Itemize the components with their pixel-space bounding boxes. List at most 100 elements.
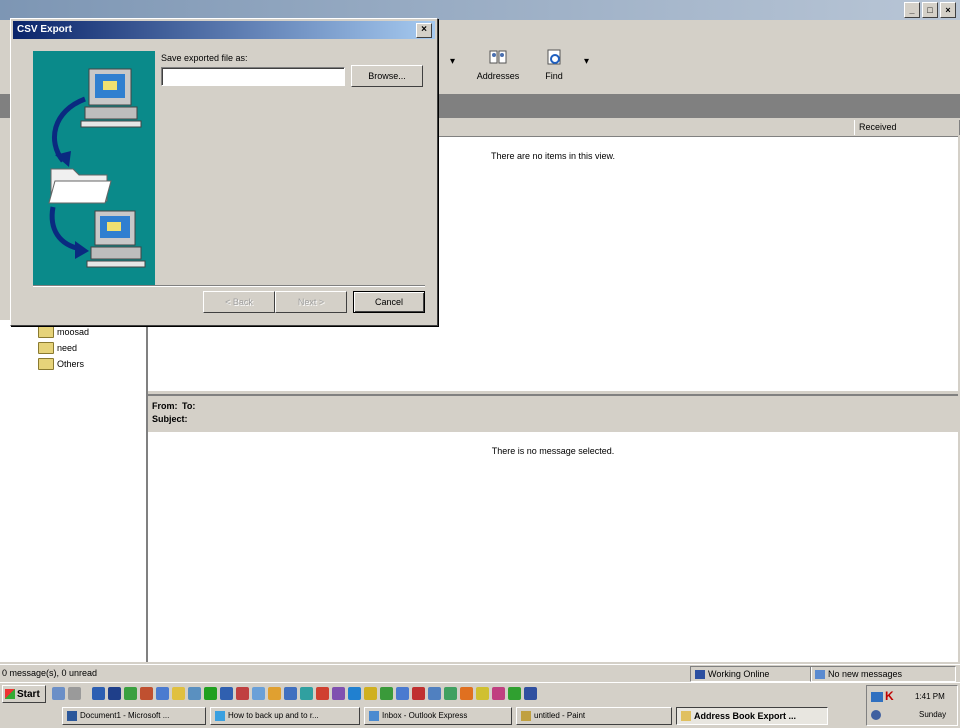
network-icon[interactable] bbox=[871, 692, 883, 702]
quicklaunch-icon[interactable] bbox=[300, 687, 313, 700]
window-controls: _ □ × bbox=[904, 2, 956, 18]
day-label: Sunday bbox=[919, 710, 947, 719]
export-illustration-icon bbox=[48, 68, 146, 268]
dialog-titlebar[interactable]: CSV Export × bbox=[13, 21, 435, 39]
to-label: To: bbox=[182, 401, 196, 411]
save-as-label: Save exported file as: bbox=[161, 53, 248, 63]
outlook-icon bbox=[369, 711, 379, 721]
quicklaunch-icon[interactable] bbox=[252, 687, 265, 700]
folder-item[interactable]: Others bbox=[38, 358, 84, 370]
online-status: Working Online bbox=[690, 666, 812, 682]
task-label: untitled - Paint bbox=[534, 711, 586, 720]
quicklaunch-icon[interactable] bbox=[156, 687, 169, 700]
folder-icon bbox=[38, 342, 54, 354]
wizard-illustration bbox=[33, 51, 155, 285]
quicklaunch-icon[interactable] bbox=[316, 687, 329, 700]
minimize-button[interactable]: _ bbox=[904, 2, 920, 18]
quicklaunch-icon[interactable] bbox=[188, 687, 201, 700]
find-dropdown-icon[interactable]: ▾ bbox=[584, 56, 589, 67]
cancel-button[interactable]: Cancel bbox=[353, 291, 425, 313]
find-label: Find bbox=[545, 71, 563, 81]
preview-header: From: To: Subject: bbox=[148, 394, 958, 433]
browse-button[interactable]: Browse... bbox=[351, 65, 423, 87]
task-label: Address Book Export ... bbox=[694, 711, 797, 721]
folder-label: Others bbox=[57, 359, 85, 369]
task-label: Document1 - Microsoft ... bbox=[80, 711, 170, 720]
status-bar: 0 message(s), 0 unread Working Online No… bbox=[0, 664, 960, 682]
quicklaunch-icon[interactable] bbox=[444, 687, 457, 700]
new-messages-label: No new messages bbox=[828, 669, 903, 679]
folder-item[interactable]: need bbox=[38, 342, 77, 354]
task-browser[interactable]: How to back up and to r... bbox=[210, 707, 360, 725]
close-icon[interactable]: × bbox=[416, 23, 432, 38]
quicklaunch-icon[interactable] bbox=[460, 687, 473, 700]
task-word[interactable]: Document1 - Microsoft ... bbox=[62, 707, 206, 725]
quicklaunch-icon[interactable] bbox=[476, 687, 489, 700]
folder-icon bbox=[38, 358, 54, 370]
folder-item[interactable]: moosad bbox=[38, 326, 89, 338]
quicklaunch-icon[interactable] bbox=[524, 687, 537, 700]
quicklaunch-icon[interactable] bbox=[332, 687, 345, 700]
task-label: Inbox - Outlook Express bbox=[382, 711, 468, 720]
paint-icon bbox=[521, 711, 531, 721]
back-button[interactable]: < Back bbox=[203, 291, 275, 313]
start-label: Start bbox=[17, 688, 40, 700]
quicklaunch-icon[interactable] bbox=[108, 687, 121, 700]
export-path-input[interactable] bbox=[161, 67, 345, 86]
addresses-button[interactable]: Addresses bbox=[470, 48, 526, 88]
word-icon bbox=[67, 711, 77, 721]
mail-icon bbox=[815, 669, 825, 679]
quicklaunch-icon[interactable] bbox=[396, 687, 409, 700]
message-count: 0 message(s), 0 unread bbox=[2, 668, 98, 678]
quicklaunch-icon[interactable] bbox=[508, 687, 521, 700]
quicklaunch-icon[interactable] bbox=[92, 687, 105, 700]
start-button[interactable]: Start bbox=[2, 685, 46, 703]
address-book-icon bbox=[681, 711, 691, 721]
addresses-label: Addresses bbox=[476, 71, 520, 81]
windows-logo-icon bbox=[5, 689, 15, 699]
from-label: From: bbox=[152, 401, 178, 411]
quicklaunch-icon[interactable] bbox=[220, 687, 233, 700]
tray-icon[interactable] bbox=[871, 710, 881, 720]
quicklaunch-icon[interactable] bbox=[140, 687, 153, 700]
task-paint[interactable]: untitled - Paint bbox=[516, 707, 672, 725]
taskbar: Start Document1 - Microsoft ... How to b… bbox=[0, 682, 960, 728]
csv-export-dialog: CSV Export × Save exported file as: Brow… bbox=[10, 18, 438, 326]
column-received[interactable]: Received bbox=[854, 120, 960, 135]
new-messages-status: No new messages bbox=[810, 666, 956, 682]
quicklaunch-icon[interactable] bbox=[268, 687, 281, 700]
folder-label: moosad bbox=[57, 327, 90, 337]
quicklaunch-icon[interactable] bbox=[172, 687, 185, 700]
quicklaunch-icon[interactable] bbox=[284, 687, 297, 700]
chevron-down-icon[interactable]: ▾ bbox=[450, 56, 455, 67]
folder-icon bbox=[38, 326, 54, 338]
dialog-title: CSV Export bbox=[17, 24, 73, 35]
subject-label: Subject: bbox=[152, 414, 188, 424]
quicklaunch-icon[interactable] bbox=[348, 687, 361, 700]
task-label: How to back up and to r... bbox=[228, 711, 319, 720]
address-book-icon bbox=[487, 48, 509, 68]
quicklaunch-icon[interactable] bbox=[380, 687, 393, 700]
quicklaunch-icon[interactable] bbox=[492, 687, 505, 700]
quicklaunch-icon[interactable] bbox=[204, 687, 217, 700]
outlook-titlebar: _ □ × bbox=[0, 0, 960, 20]
preview-pane[interactable]: There is no message selected. bbox=[148, 432, 958, 662]
quicklaunch-icon[interactable] bbox=[52, 687, 65, 700]
quicklaunch-icon[interactable] bbox=[124, 687, 137, 700]
next-button[interactable]: Next > bbox=[275, 291, 347, 313]
dialog-separator bbox=[33, 285, 425, 287]
quicklaunch-icon[interactable] bbox=[428, 687, 441, 700]
close-icon[interactable]: × bbox=[940, 2, 956, 18]
online-label: Working Online bbox=[708, 669, 770, 679]
find-button[interactable]: Find bbox=[526, 48, 582, 88]
clock[interactable]: 1:41 PM bbox=[915, 692, 945, 701]
system-tray: K 1:41 PM Sunday bbox=[866, 685, 958, 726]
quicklaunch-icon[interactable] bbox=[364, 687, 377, 700]
maximize-button[interactable]: □ bbox=[922, 2, 938, 18]
quicklaunch-icon[interactable] bbox=[68, 687, 81, 700]
quicklaunch-icon[interactable] bbox=[412, 687, 425, 700]
quicklaunch-icon[interactable] bbox=[236, 687, 249, 700]
antivirus-icon[interactable]: K bbox=[885, 689, 894, 703]
task-address-book-export[interactable]: Address Book Export ... bbox=[676, 707, 828, 725]
task-outlook[interactable]: Inbox - Outlook Express bbox=[364, 707, 512, 725]
